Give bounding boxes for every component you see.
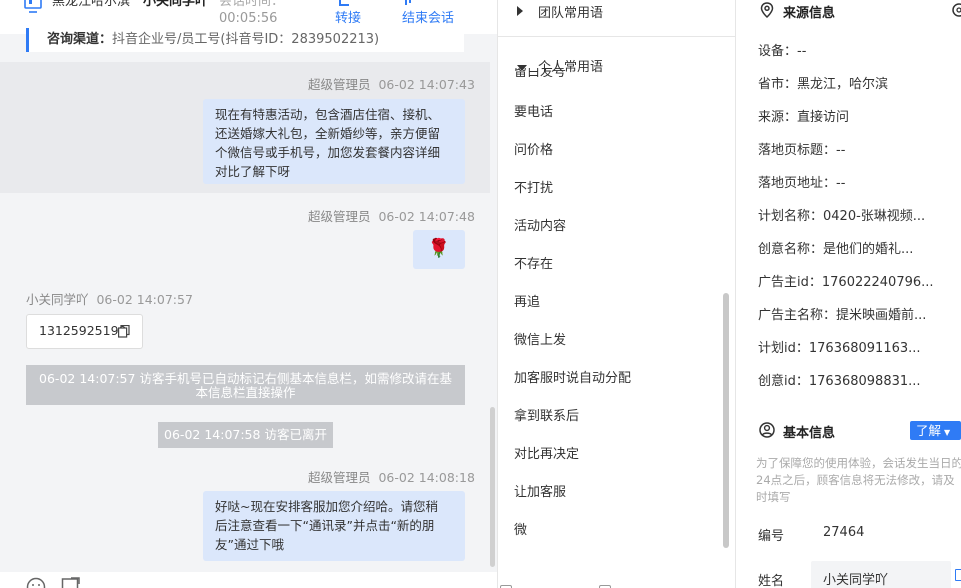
message-line: 后注意查看一下“通讯录”并点击“新的朋 [215, 518, 435, 533]
phone-number-text[interactable]: 13125925190 [39, 323, 126, 338]
system-notice: 06-02 14:07:57 访客手机号已自动标记右侧基本信息栏，如需修改请在基… [26, 365, 465, 405]
chat-scrollbar[interactable] [490, 407, 495, 567]
visitor-nickname: 小关同学吖 [143, 0, 209, 9]
visitor-info-panel: 来源信息 设备：-- 省市：黑龙江，哈尔滨 来源：直接访问 落地页标题：-- 落… [737, 0, 961, 588]
source-field: 广告主名称：提米映画婚前... [758, 308, 927, 323]
id-label: 编号 [758, 529, 785, 544]
input-toolbar [0, 572, 497, 588]
message-meta: 超级管理员 06-02 14:07:48 [308, 206, 475, 225]
caret-down-icon: ▼ [944, 428, 951, 437]
source-field: 广告主id：176022240796... [758, 275, 934, 290]
end-session-icon[interactable] [404, 0, 416, 8]
group-label: 团队常用语 [538, 6, 604, 21]
id-value: 27464 [823, 525, 865, 540]
channel-value: 抖音企业号/员工号(抖音号ID：2839502213) [112, 32, 380, 47]
phrase-options [497, 578, 736, 588]
phrase-item[interactable]: 要电话 [514, 101, 553, 120]
session-time: 00:05:56 [219, 11, 278, 26]
source-field: 计划id：176368091163... [758, 341, 921, 356]
group-label: 个人常用语 [538, 60, 604, 75]
quick-reply-panel: 团队常用语 留白发号 个人常用语 要电话 问价格 不打扰 活动内容 不存在 再追… [497, 0, 736, 588]
sender-name: 小关同学吖 [26, 292, 89, 307]
source-field: 创意id：176368098831... [758, 374, 921, 389]
message-meta: 超级管理员 06-02 14:08:18 [308, 467, 475, 486]
phrase-item[interactable]: 加客服时说自动分配 [514, 367, 631, 386]
copy-icon[interactable] [118, 325, 130, 338]
phrase-item[interactable]: 让加客服 [514, 481, 566, 500]
monitor-icon [24, 0, 42, 13]
rose-emoji: 🌹 [427, 238, 451, 259]
message-time: 06-02 14:07:48 [378, 209, 475, 224]
message-meta: 超级管理员 06-02 14:07:43 [308, 74, 475, 93]
name-label: 姓名 [758, 574, 785, 588]
phrase-item[interactable]: 不打扰 [514, 177, 553, 196]
source-field: 设备：-- [758, 44, 807, 59]
phrase-item[interactable]: 不存在 [514, 253, 553, 272]
message-time: 06-02 14:07:43 [378, 77, 475, 92]
source-field: 来源：直接访问 [758, 110, 850, 125]
end-session-button[interactable]: 结束会话 [402, 11, 454, 27]
system-notice: 06-02 14:07:58 访客已离开 [158, 422, 333, 448]
message-time: 06-02 14:07:57 [96, 292, 193, 307]
name-field[interactable]: 小关同学吖 [811, 561, 951, 588]
user-circle-icon [759, 422, 775, 438]
message-line: 好哒~现在安排客服加您介绍哈。请您稍 [215, 499, 438, 514]
session-time-label: 会话时间： [219, 0, 285, 9]
agent-message: 现在有特惠活动，包含酒店住宿、接机、 还送婚嫁大礼包，全新婚纱等，亲方便留 个微… [203, 99, 465, 184]
source-field: 计划名称：0420-张琳视频... [758, 209, 926, 224]
chat-panel: 黑龙江哈尔滨 小关同学吖 会话时间： 00:05:56 转接 结束会话 咨询渠道… [0, 0, 497, 588]
phrase-item[interactable]: 微信上发 [514, 329, 566, 348]
sender-name: 超级管理员 [308, 77, 371, 92]
team-phrases-group[interactable]: 团队常用语 [498, 0, 735, 37]
phrase-item[interactable]: 对比再决定 [514, 443, 579, 462]
message-line: 友”通过下哦 [215, 537, 284, 552]
agent-emoji-message: 🌹 [413, 230, 465, 269]
message-line: 个微信号或手机号，加您发套餐内容详细 [215, 145, 441, 160]
copy-icon[interactable] [955, 569, 961, 581]
phrase-item[interactable]: 微 [514, 519, 527, 538]
phrase-item[interactable]: 问价格 [514, 139, 553, 158]
message-line: 对比了解下呀 [215, 164, 291, 179]
phrase-item[interactable]: 活动内容 [514, 215, 566, 234]
image-upload-icon[interactable] [61, 577, 81, 588]
understand-dropdown[interactable]: 了解 ▼ [910, 421, 961, 440]
caret-down-icon [517, 65, 527, 71]
source-section-title: 来源信息 [783, 6, 836, 21]
name-value: 小关同学吖 [823, 573, 889, 588]
emoji-icon[interactable] [26, 577, 46, 588]
understand-label: 了解 [916, 423, 942, 438]
visitor-message: 13125925190 [26, 314, 143, 349]
sender-name: 超级管理员 [308, 470, 371, 485]
transfer-icon[interactable] [338, 0, 350, 8]
settings-icon[interactable] [951, 2, 961, 18]
phrase-item[interactable]: 拿到联系后 [514, 405, 579, 424]
channel-card: 咨询渠道：抖音企业号/员工号(抖音号ID：2839502213) [26, 28, 464, 52]
location-pin-icon [760, 2, 774, 18]
personal-phrases-group[interactable]: 个人常用语 [498, 55, 735, 79]
edit-hint: 为了保障您的使用体验，会话发生当日的24点之后，顾客信息将无法修改，请及时填写 [756, 456, 961, 504]
phrase-item[interactable]: 再追 [514, 291, 540, 310]
source-field: 创意名称：是他们的婚礼... [758, 242, 914, 257]
agent-message: 好哒~现在安排客服加您介绍哈。请您稍 后注意查看一下“通讯录”并点击“新的朋 友… [203, 491, 465, 561]
message-time: 06-02 14:08:18 [378, 470, 475, 485]
caret-right-icon [517, 6, 523, 16]
transfer-button[interactable]: 转接 [335, 11, 361, 27]
message-line: 还送婚嫁大礼包，全新婚纱等，亲方便留 [215, 126, 441, 141]
source-field: 落地页标题：-- [758, 143, 846, 158]
phrases-scrollbar[interactable] [723, 293, 729, 548]
sender-name: 超级管理员 [308, 209, 371, 224]
visitor-location: 黑龙江哈尔滨 [52, 0, 131, 9]
message-meta: 小关同学吖 06-02 14:07:57 [26, 289, 193, 308]
source-field: 省市：黑龙江，哈尔滨 [758, 77, 889, 92]
message-line: 现在有特惠活动，包含酒店住宿、接机、 [215, 107, 441, 122]
channel-label: 咨询渠道： [47, 32, 113, 47]
basic-section-title: 基本信息 [783, 426, 836, 441]
source-field: 落地页地址：-- [758, 176, 846, 191]
